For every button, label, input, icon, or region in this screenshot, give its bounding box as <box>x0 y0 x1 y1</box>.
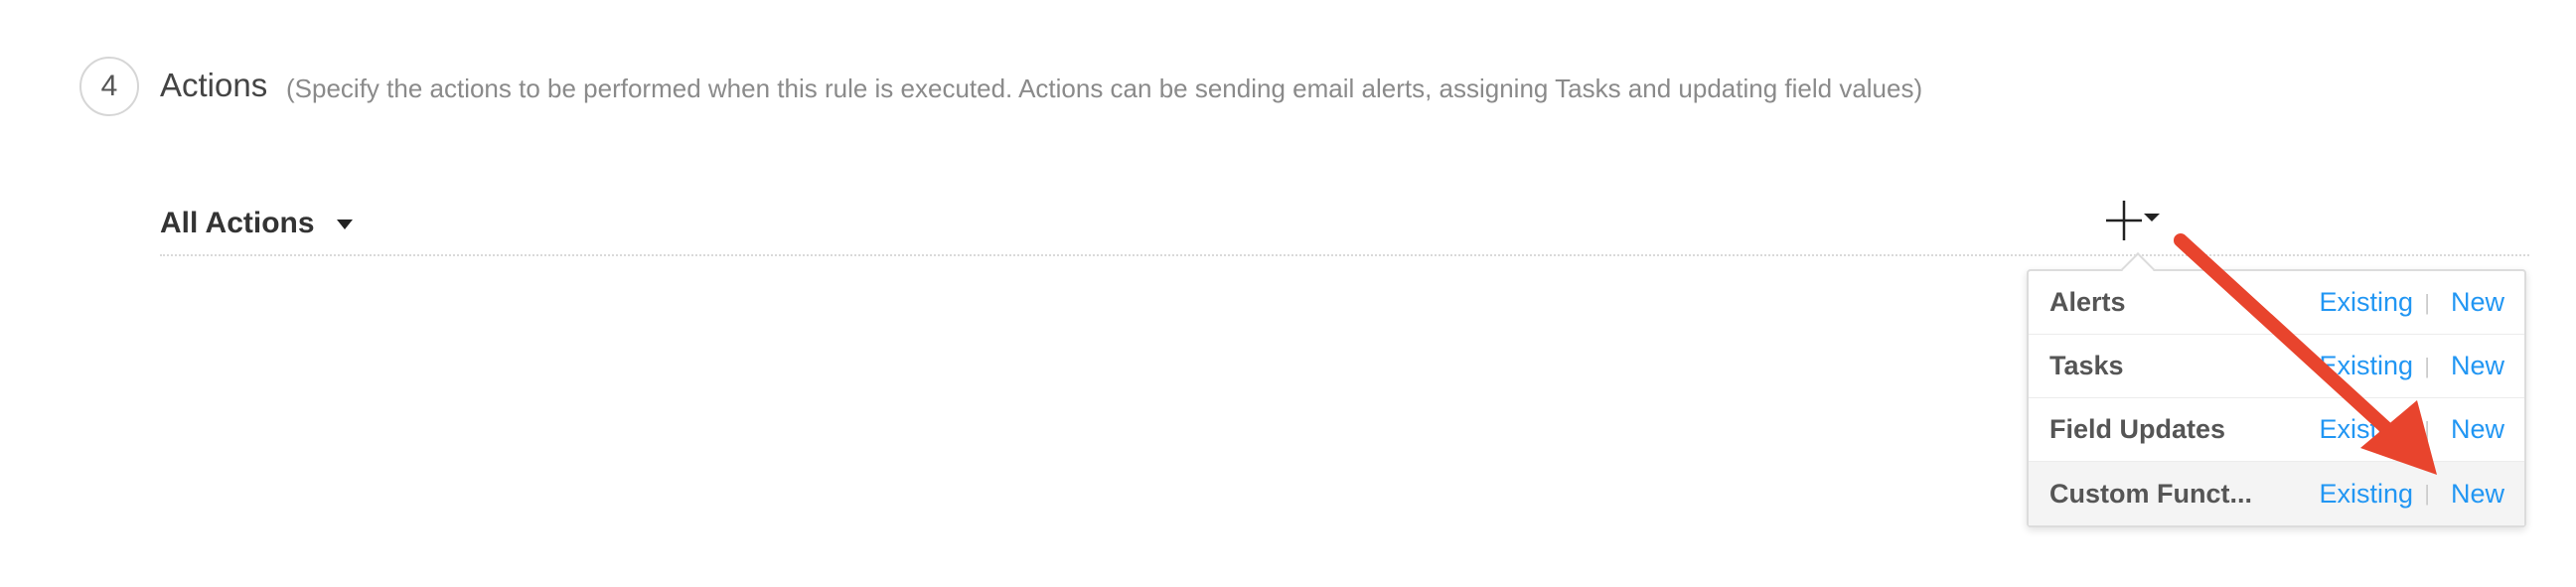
separator: | <box>2424 289 2430 315</box>
section-description: (Specify the actions to be performed whe… <box>286 73 1923 103</box>
new-alert-link[interactable]: New <box>2451 287 2504 318</box>
step-number-badge: 4 <box>79 57 139 116</box>
menu-row-label: Custom Funct... <box>2049 478 2252 509</box>
menu-row-field-updates: Field Updates Existing | New <box>2029 398 2524 462</box>
plus-icon <box>2106 201 2160 240</box>
caret-down-icon <box>2144 214 2160 221</box>
section-title: Actions <box>160 67 268 103</box>
menu-row-label: Tasks <box>2049 351 2124 380</box>
add-action-button[interactable] <box>2106 199 2166 244</box>
step-number: 4 <box>100 70 118 102</box>
new-custom-function-link[interactable]: New <box>2451 479 2504 510</box>
menu-row-label: Alerts <box>2049 287 2126 317</box>
separator: | <box>2424 481 2430 506</box>
menu-row-alerts: Alerts Existing | New <box>2029 271 2524 335</box>
all-actions-label: All Actions <box>160 207 315 239</box>
existing-tasks-link[interactable]: Existing <box>2319 351 2413 381</box>
existing-custom-functions-link[interactable]: Existing <box>2319 479 2413 510</box>
new-task-link[interactable]: New <box>2451 351 2504 381</box>
menu-row-tasks: Tasks Existing | New <box>2029 335 2524 398</box>
add-action-menu: Alerts Existing | New Tasks Existing | N… <box>2027 269 2526 527</box>
menu-row-label: Field Updates <box>2049 414 2226 444</box>
existing-alerts-link[interactable]: Existing <box>2319 287 2413 318</box>
new-field-update-link[interactable]: New <box>2451 414 2504 445</box>
menu-row-custom-functions: Custom Funct... Existing | New <box>2029 462 2524 525</box>
caret-down-icon <box>336 220 353 229</box>
existing-field-updates-link[interactable]: Existing <box>2319 414 2413 445</box>
divider <box>160 254 2529 256</box>
separator: | <box>2424 416 2430 442</box>
separator: | <box>2424 353 2430 378</box>
all-actions-dropdown[interactable]: All Actions <box>160 207 353 240</box>
